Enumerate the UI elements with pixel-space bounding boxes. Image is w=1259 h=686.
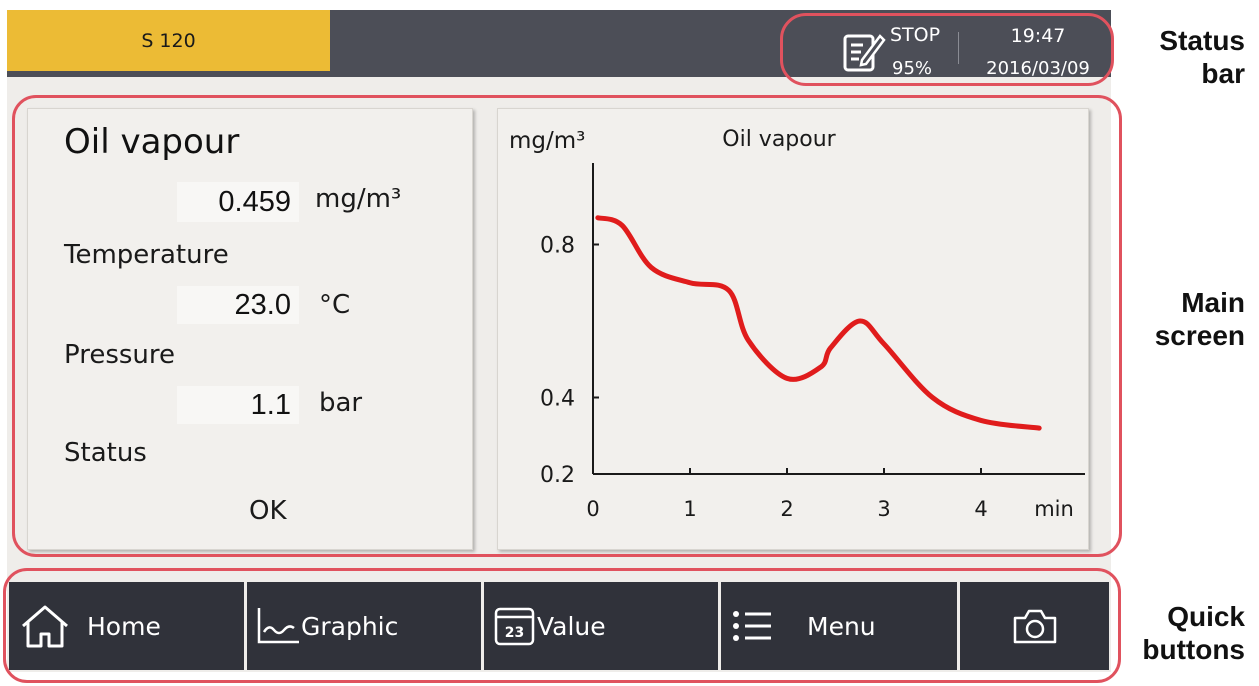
- x-tick-label-4: 4: [974, 497, 987, 521]
- value-button[interactable]: 23 Value: [484, 582, 718, 670]
- y-axis-unit-label: mg/m³: [509, 128, 585, 154]
- chart-panel[interactable]: mg/m³ Oil vapour min 0 1 2 3 4 0.2 0.4 0.8: [497, 108, 1089, 550]
- measurement-title: Oil vapour: [64, 122, 240, 162]
- y-tick-label-0.4: 0.4: [540, 387, 575, 412]
- main-screen-annotation-line1: Main: [1181, 287, 1245, 318]
- temperature-label: Temperature: [64, 240, 229, 270]
- status-value: OK: [249, 496, 287, 526]
- home-button[interactable]: Home: [9, 582, 244, 670]
- x-tick-label-0: 0: [586, 497, 599, 521]
- graphic-button-label: Graphic: [301, 611, 399, 641]
- chart-title: Oil vapour: [722, 127, 836, 152]
- status-divider: [958, 32, 959, 64]
- oil-vapour-value: 0.459: [177, 182, 299, 222]
- graphic-button[interactable]: Graphic: [247, 582, 481, 670]
- pressure-value: 1.1: [177, 386, 299, 424]
- menu-button[interactable]: Menu: [721, 582, 957, 670]
- y-tick-label-0.8: 0.8: [540, 234, 575, 259]
- quick-buttons-annotation-line2: buttons: [1142, 634, 1245, 665]
- quick-buttons-annotation-line1: Quick: [1167, 601, 1245, 632]
- device-tab[interactable]: S 120: [7, 10, 330, 71]
- temperature-unit: °C: [319, 290, 351, 320]
- temperature-value: 23.0: [177, 286, 299, 324]
- x-tick-label-3: 3: [877, 497, 890, 521]
- clock-time: 19:47: [1010, 25, 1066, 47]
- value-button-label: Value: [537, 611, 606, 641]
- run-state: STOP: [890, 24, 941, 46]
- home-button-label: Home: [87, 611, 161, 641]
- status-bar-annotation: Status bar: [1128, 24, 1245, 90]
- values-panel: Oil vapour 0.459 mg/m³ Temperature 23.0 …: [27, 108, 473, 550]
- camera-icon: [1013, 609, 1056, 644]
- calendar-icon-number: 23: [505, 625, 524, 641]
- pressure-unit: bar: [319, 388, 363, 418]
- menu-button-label: Menu: [807, 611, 876, 641]
- menu-list-icon: [733, 611, 771, 641]
- oil-vapour-unit: mg/m³: [315, 184, 402, 214]
- memory-level: 95%: [892, 58, 933, 79]
- oil-vapour-chart: mg/m³ Oil vapour min 0 1 2 3 4 0.2 0.4 0.8: [509, 127, 1085, 521]
- x-tick-label-1: 1: [683, 497, 696, 521]
- document-edit-icon[interactable]: [842, 30, 886, 74]
- main-screen-annotation-line2: screen: [1154, 320, 1245, 351]
- home-icon: [22, 605, 68, 648]
- camera-button[interactable]: [960, 582, 1109, 670]
- quick-buttons-annotation: Quick buttons: [1120, 600, 1245, 666]
- x-axis-unit-label: min: [1034, 497, 1074, 521]
- calendar-23-icon: 23: [494, 607, 535, 646]
- pressure-label: Pressure: [64, 340, 176, 370]
- x-tick-label-2: 2: [780, 497, 793, 521]
- clock-date: 2016/03/09: [986, 58, 1090, 79]
- status-label: Status: [64, 438, 147, 468]
- status-bar-annotation-line1: Status: [1159, 25, 1245, 56]
- main-screen-annotation: Main screen: [1128, 286, 1245, 352]
- status-bar-annotation-line2: bar: [1201, 58, 1245, 89]
- graph-icon: [257, 608, 299, 644]
- status-area: STOP 95% 19:47 2016/03/09: [838, 22, 1100, 80]
- oil-vapour-series-line: [595, 215, 1042, 431]
- y-tick-label-0.2: 0.2: [540, 463, 575, 488]
